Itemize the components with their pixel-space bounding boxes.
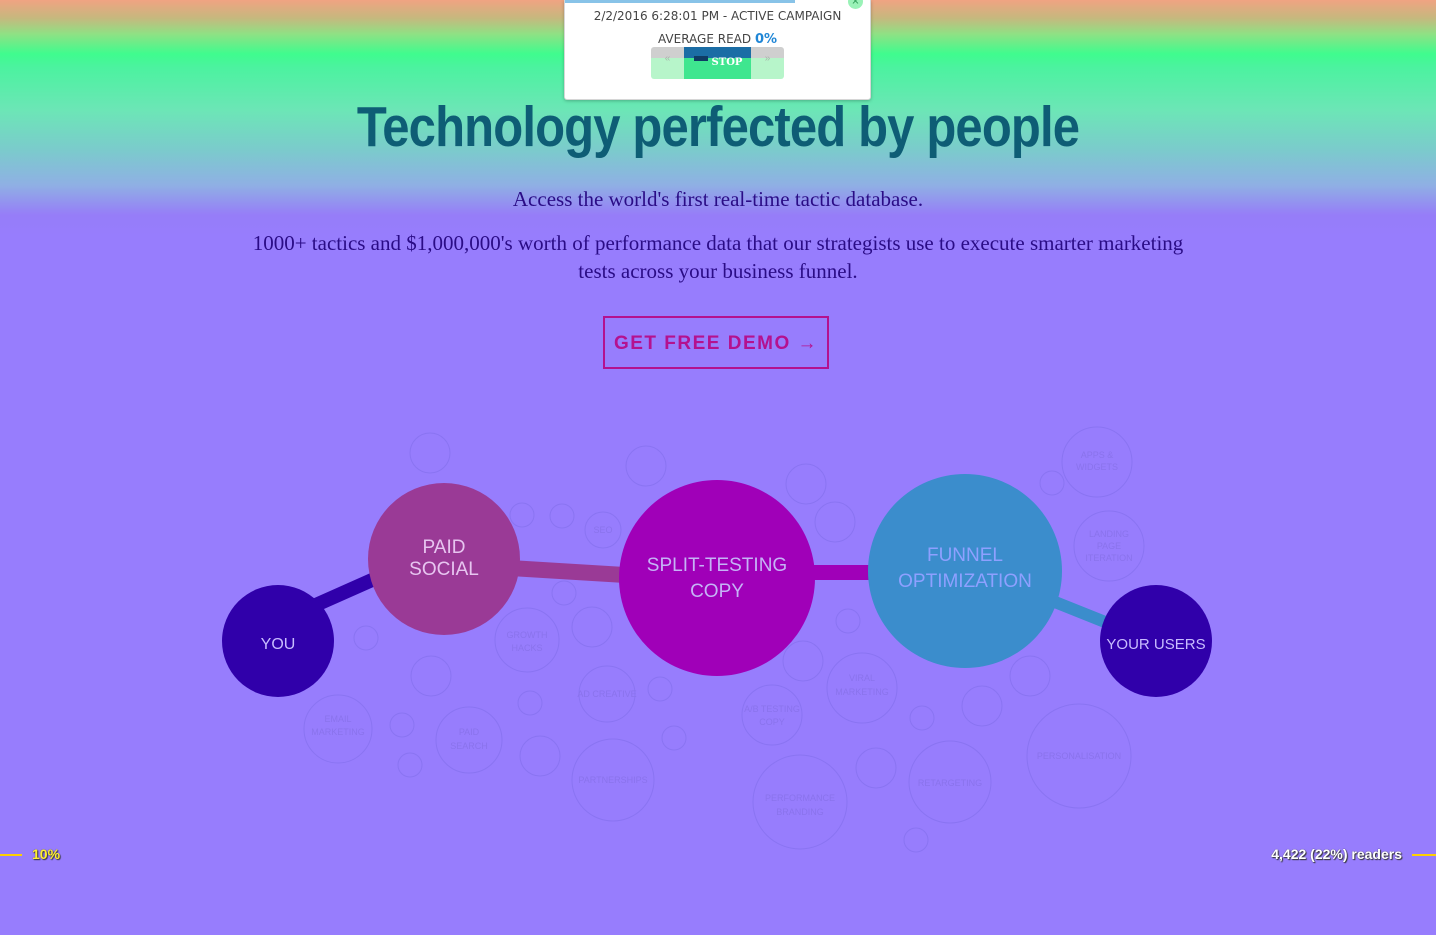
forward-button[interactable]: »: [751, 47, 784, 79]
tactic-label-performance-branding: BRANDING: [776, 807, 824, 817]
tactic-label-performance-branding: PERFORMANCE: [765, 793, 835, 803]
campaign-status-text: 2/2/2016 6:28:01 PM - ACTIVE CAMPAIGN: [593, 9, 842, 23]
faint-bubble: [782, 640, 824, 682]
hero-description: 1000+ tactics and $1,000,000's worth of …: [252, 231, 1184, 283]
faint-bubble: [519, 735, 561, 777]
faint-bubble: [814, 501, 856, 543]
faint-bubble: [647, 676, 673, 702]
faint-bubble: [353, 625, 379, 651]
tactic-label-paid-search: PAID: [459, 727, 480, 737]
tactic-label-landing-page: ITERATION: [1085, 553, 1132, 563]
node-label-paid-social: PAID: [423, 537, 466, 558]
connector-paid-social-split-testing: [510, 560, 625, 583]
tactic-label-email-marketing: MARKETING: [311, 727, 365, 737]
tactic-label-growth-hacks: GROWTH: [507, 630, 548, 640]
close-icon[interactable]: ×: [848, 0, 863, 9]
rewind-button[interactable]: «: [651, 47, 684, 79]
node-label-split-testing: COPY: [690, 581, 744, 602]
scroll-percent-label: 10%: [32, 846, 61, 862]
faint-bubble: [1009, 655, 1051, 697]
tactic-label-retargeting: RETARGETING: [918, 778, 982, 788]
readers-marker-line: [1412, 854, 1436, 856]
tactic-label-growth-hacks: HACKS: [511, 643, 542, 653]
node-label-your-users: YOUR USERS: [1106, 636, 1205, 653]
faint-bubble: [397, 752, 423, 778]
popup-progress-bar: [565, 0, 795, 3]
scroll-marker-line: [0, 854, 22, 856]
faint-bubble: [410, 655, 452, 697]
tactic-label-ad-creative: AD CREATIVE: [577, 689, 636, 699]
tactic-label-ab-testing: COPY: [759, 717, 785, 727]
average-read-value: 0%: [754, 32, 778, 47]
node-label-split-testing: SPLIT-TESTING: [647, 555, 787, 576]
faint-bubble: [494, 607, 560, 673]
faint-bubble: [903, 827, 929, 853]
faint-bubble: [517, 690, 543, 716]
funnel-diagram: SEO GROWTH HACKS AD CREATIVE EMAIL MARKE…: [222, 426, 1212, 853]
tactic-label-seo: SEO: [593, 525, 612, 535]
tactic-label-viral-marketing: MARKETING: [835, 687, 889, 697]
faint-bubble: [389, 712, 415, 738]
page-title: Technology perfected by people: [356, 95, 1080, 159]
faint-bubble: [961, 685, 1003, 727]
node-label-paid-social: SOCIAL: [409, 559, 479, 580]
node-label-funnel-optimization: OPTIMIZATION: [898, 571, 1032, 592]
tactic-label-apps-widgets: WIDGETS: [1076, 462, 1118, 472]
tactic-label-email-marketing: EMAIL: [324, 714, 351, 724]
faint-bubble: [435, 706, 503, 774]
faint-bubble: [549, 503, 575, 529]
tactic-label-personalisation: PERSONALISATION: [1037, 751, 1121, 761]
node-label-you: YOU: [261, 636, 296, 653]
tactic-label-partnerships: PARTNERSHIPS: [578, 775, 647, 785]
tactic-label-paid-search: SEARCH: [450, 741, 488, 751]
faint-bubble: [741, 684, 803, 746]
faint-bubble: [661, 725, 687, 751]
hero-subtitle: Access the world's first real-time tacti…: [512, 187, 924, 211]
readers-count-label: 4,422 (22%) readers: [1271, 846, 1402, 862]
faint-bubble: [1039, 470, 1065, 496]
get-free-demo-button[interactable]: GET FREE DEMO →: [603, 316, 829, 369]
tactic-label-landing-page: LANDING: [1089, 529, 1129, 539]
faint-bubble: [551, 580, 577, 606]
stop-button[interactable]: STOP: [684, 47, 751, 79]
faint-bubble: [835, 608, 861, 634]
average-read: AVERAGE READ 0%: [565, 32, 870, 47]
tactic-label-ab-testing: A/B TESTING: [744, 704, 800, 714]
faint-bubble: [509, 502, 535, 528]
faint-bubble: [785, 463, 827, 505]
faint-bubble: [625, 445, 667, 487]
faint-bubble: [909, 705, 935, 731]
faint-bubble: [855, 747, 897, 789]
faint-bubble: [571, 606, 613, 648]
rewind-icon: «: [664, 53, 671, 64]
average-read-label: AVERAGE READ: [657, 32, 752, 46]
node-split-testing-copy[interactable]: [619, 480, 815, 676]
tactic-label-landing-page: PAGE: [1097, 541, 1121, 551]
forward-icon: »: [764, 53, 771, 64]
campaign-popup: × 2/2/2016 6:28:01 PM - ACTIVE CAMPAIGN …: [564, 0, 871, 100]
node-label-funnel-optimization: FUNNEL: [927, 545, 1003, 566]
tactic-label-viral-marketing: VIRAL: [849, 673, 875, 683]
tactic-label-apps-widgets: APPS &: [1081, 450, 1114, 460]
faint-bubble: [409, 432, 451, 474]
